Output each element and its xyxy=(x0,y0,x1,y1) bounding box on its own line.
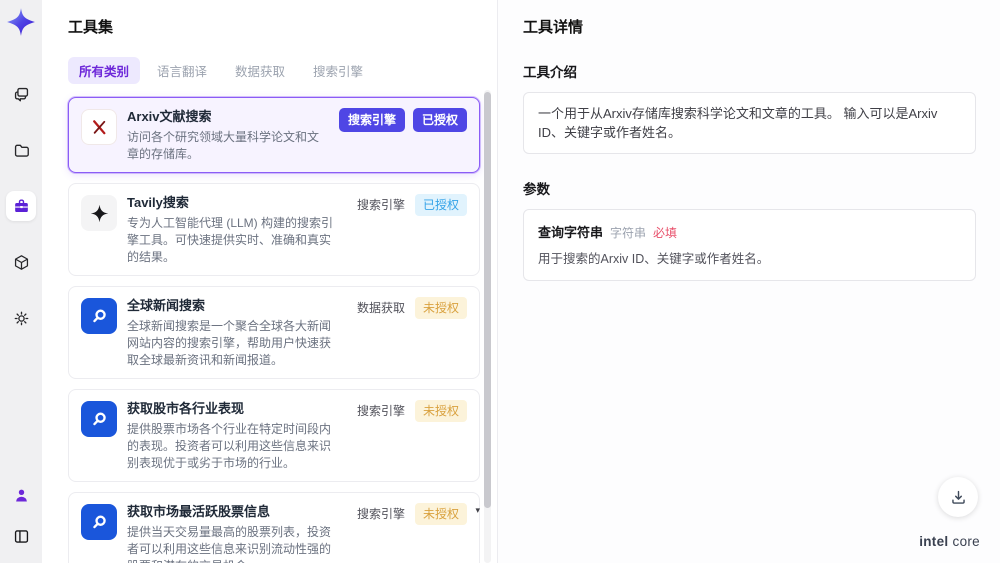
param-description: 用于搜索的Arxiv ID、关键字或作者姓名。 xyxy=(538,252,770,266)
tool-description: 专为人工智能代理 (LLM) 构建的搜索引擎工具。可快速提供实时、准确和真实的结… xyxy=(127,216,334,264)
tool-description: 全球新闻搜索是一个聚合全球各大新闻网站内容的搜索引擎，帮助用户快速获取全球最新资… xyxy=(127,319,332,367)
scroll-down-icon[interactable]: ▾ xyxy=(475,505,480,516)
left-icon-rail xyxy=(0,0,42,563)
auth-status-badge: 未授权 xyxy=(414,503,467,525)
scrollbar-thumb[interactable] xyxy=(484,92,491,509)
category-label: 数据获取 xyxy=(356,301,405,315)
tool-card-global-news[interactable]: 全球新闻搜索 全球新闻搜索是一个聚合全球各大新闻网站内容的搜索引擎，帮助用户快速… xyxy=(68,286,480,379)
tool-description: 提供股票市场各个行业在特定时间段内的表现。投资者可以利用这些信息来识别表现优于或… xyxy=(127,422,332,470)
tool-card-list: Arxiv文献搜索 访问各个研究领域大量科学论文和文章的存储库。 搜索引擎 已授… xyxy=(68,97,480,563)
rail-nav xyxy=(6,79,36,333)
auth-status-badge: 未授权 xyxy=(414,400,467,422)
tool-card-tavily[interactable]: Tavily搜索 专为人工智能代理 (LLM) 构建的搜索引擎工具。可快速提供实… xyxy=(68,183,480,276)
stock-search-icon xyxy=(81,401,117,437)
auth-status-badge: 已授权 xyxy=(412,108,467,132)
category-tabs: 所有类别 语言翻译 数据获取 搜索引擎 xyxy=(68,57,497,84)
tool-intro-text: 一个用于从Arxiv存储库搜索科学论文和文章的工具。 输入可以是Arxiv ID… xyxy=(523,92,976,154)
tool-description: 访问各个研究领域大量科学论文和文章的存储库。 xyxy=(127,130,320,161)
tool-title: Arxiv文献搜索 xyxy=(127,109,212,124)
chat-icon[interactable] xyxy=(6,79,36,109)
tool-title: Tavily搜索 xyxy=(127,195,189,210)
arxiv-logo-icon xyxy=(81,109,117,145)
stock-search-icon xyxy=(81,504,117,540)
app-logo-icon xyxy=(6,7,36,37)
param-name: 查询字符串 xyxy=(538,225,604,240)
intro-heading: 工具介绍 xyxy=(523,65,577,80)
tool-title: 全球新闻搜索 xyxy=(127,298,206,313)
list-scrollbar[interactable] xyxy=(484,90,491,563)
detail-title: 工具详情 xyxy=(523,19,584,36)
tab-search-engine[interactable]: 搜索引擎 xyxy=(302,57,374,84)
params-heading: 参数 xyxy=(523,182,550,197)
toolbox-icon[interactable] xyxy=(6,191,36,221)
parameter-card: 查询字符串 字符串 必填 用于搜索的Arxiv ID、关键字或作者姓名。 xyxy=(523,209,976,281)
download-icon xyxy=(951,490,965,504)
category-label: 搜索引擎 xyxy=(356,507,405,521)
tavily-star-icon xyxy=(81,195,117,231)
category-label: 搜索引擎 xyxy=(356,198,405,212)
tool-card-most-active-stocks[interactable]: 获取市场最活跃股票信息 提供当天交易量最高的股票列表，投资者可以利用这些信息来识… xyxy=(68,492,480,563)
user-profile-icon[interactable] xyxy=(6,480,36,510)
download-button[interactable] xyxy=(938,477,978,517)
core-logo-text: core xyxy=(952,534,980,549)
tab-data-fetch[interactable]: 数据获取 xyxy=(224,57,296,84)
tool-description: 提供当天交易量最高的股票列表，投资者可以利用这些信息来识别流动性强的股票和潜在的… xyxy=(127,525,332,563)
page-title: 工具集 xyxy=(68,19,114,36)
collapse-panel-icon[interactable] xyxy=(6,521,36,551)
rail-bottom xyxy=(6,480,36,551)
param-required-flag: 必填 xyxy=(653,226,678,240)
auth-status-badge: 未授权 xyxy=(414,297,467,319)
settings-gear-icon[interactable] xyxy=(6,303,36,333)
cube-icon[interactable] xyxy=(6,247,36,277)
auth-status-badge: 已授权 xyxy=(414,194,467,216)
category-label: 搜索引擎 xyxy=(356,404,405,418)
tab-all-categories[interactable]: 所有类别 xyxy=(68,57,141,84)
tool-card-sector-performance[interactable]: 获取股市各行业表现 提供股票市场各个行业在特定时间段内的表现。投资者可以利用这些… xyxy=(68,389,480,482)
app-window: 工具集 所有类别 语言翻译 数据获取 搜索引擎 Arxiv文献搜索 访问各个研究… xyxy=(0,0,1000,563)
folder-icon[interactable] xyxy=(6,135,36,165)
intel-core-logo: intel core xyxy=(919,534,980,549)
category-badge: 搜索引擎 xyxy=(338,108,405,132)
tab-language-translation[interactable]: 语言翻译 xyxy=(146,57,218,84)
tool-title: 获取股市各行业表现 xyxy=(127,401,245,416)
tool-list-panel: 工具集 所有类别 语言翻译 数据获取 搜索引擎 Arxiv文献搜索 访问各个研究… xyxy=(42,0,497,563)
intel-logo-text: intel xyxy=(919,534,949,549)
tool-title: 获取市场最活跃股票信息 xyxy=(127,504,271,519)
param-type: 字符串 xyxy=(610,226,647,240)
tool-detail-panel: 工具详情 工具介绍 一个用于从Arxiv存储库搜索科学论文和文章的工具。 输入可… xyxy=(497,0,1000,563)
news-search-icon xyxy=(81,298,117,334)
tool-card-arxiv[interactable]: Arxiv文献搜索 访问各个研究领域大量科学论文和文章的存储库。 搜索引擎 已授… xyxy=(68,97,480,173)
